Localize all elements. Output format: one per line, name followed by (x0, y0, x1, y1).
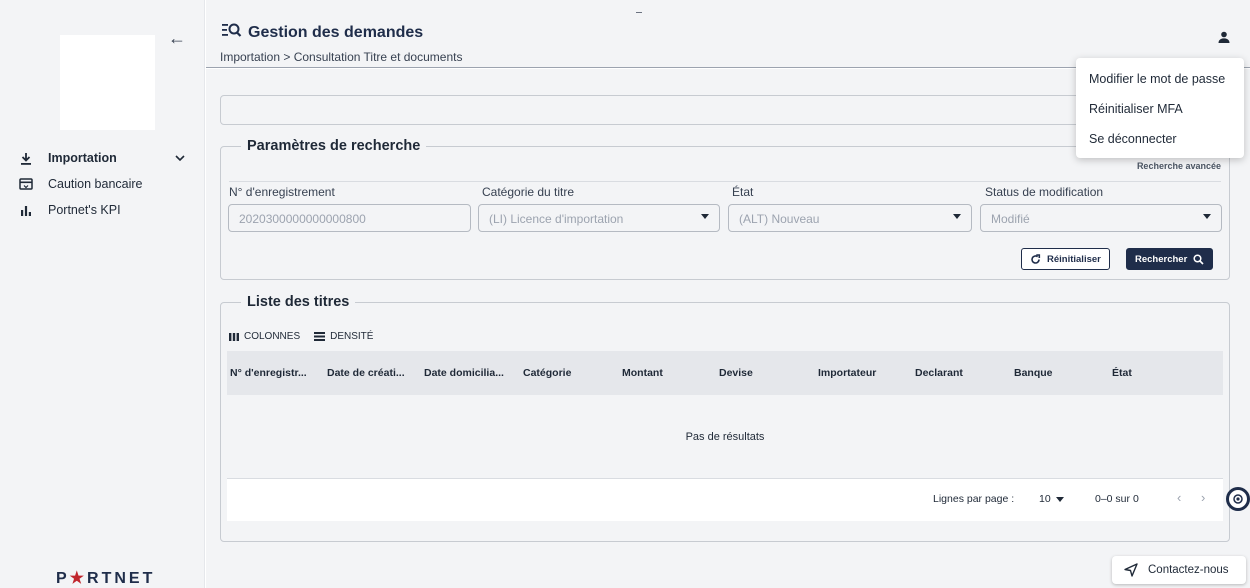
contact-button[interactable]: Contactez-nous (1112, 556, 1246, 584)
refresh-icon (1031, 253, 1041, 264)
field-label-modification-status: Status de modification (985, 185, 1104, 199)
previous-page-icon[interactable]: ‹ (1177, 490, 1181, 505)
column-header-amount[interactable]: Montant (622, 367, 663, 379)
sidebar-item-caution-bancaire[interactable]: Caution bancaire (0, 171, 205, 197)
category-select[interactable]: (LI) Licence d'importation (478, 204, 720, 232)
menu-item-reset-mfa[interactable]: Réinitialiser MFA (1076, 94, 1244, 124)
card-icon (18, 178, 34, 190)
column-header-importer[interactable]: Importateur (818, 367, 876, 379)
search-panel-title: Paramètres de recherche (241, 138, 427, 154)
sidebar-item-label: Caution bancaire (48, 177, 143, 191)
send-icon (1124, 563, 1138, 577)
search-list-icon (222, 22, 242, 43)
chevron-down-icon[interactable] (175, 151, 185, 165)
rows-per-page-select[interactable]: 10 (1039, 493, 1064, 505)
rows-per-page-value: 10 (1039, 493, 1051, 505)
breadcrumb: Importation > Consultation Titre et docu… (220, 50, 463, 64)
column-header-domiciliation[interactable]: Date domicilia... (424, 367, 504, 379)
results-panel-title: Liste des titres (241, 294, 356, 310)
next-page-icon[interactable]: › (1201, 490, 1205, 505)
category-select-value: (LI) Licence d'importation (489, 212, 624, 226)
column-header-declarant[interactable]: Declarant (915, 367, 963, 379)
table-body: Pas de résultats (227, 395, 1223, 479)
sidebar-nav: Importation Caution bancaire Portnet's K… (0, 145, 205, 223)
modification-status-value: Modifié (991, 212, 1030, 226)
column-header-currency[interactable]: Devise (719, 367, 753, 379)
table-header: N° d'enregistr... Date de créati... Date… (227, 351, 1223, 395)
search-icon (1193, 253, 1204, 265)
rows-per-page-label: Lignes par page : (933, 493, 1015, 505)
reset-button-label: Réinitialiser (1047, 253, 1101, 265)
page-count: 0–0 sur 0 (1095, 493, 1139, 505)
caret-down-icon (1055, 496, 1064, 502)
results-panel: Liste des titres COLONNES DENSITÉ N° d'e… (220, 294, 1230, 542)
field-label-registration: N° d'enregistrement (229, 185, 335, 199)
bar-chart-icon (18, 204, 34, 216)
divider (636, 12, 642, 13)
search-button-label: Rechercher (1135, 253, 1188, 265)
caret-down-icon (953, 214, 961, 219)
field-label-state: État (732, 185, 754, 199)
column-header-registration[interactable]: N° d'enregistr... (230, 367, 307, 379)
columns-button-label: COLONNES (244, 331, 301, 342)
field-label-category: Catégorie du titre (482, 185, 575, 199)
column-header-category[interactable]: Catégorie (523, 367, 571, 379)
columns-icon (229, 332, 239, 341)
column-header-bank[interactable]: Banque (1014, 367, 1053, 379)
reset-button[interactable]: Réinitialiser (1021, 248, 1110, 270)
search-button[interactable]: Rechercher (1126, 248, 1214, 270)
column-header-created[interactable]: Date de créati... (327, 367, 405, 379)
download-icon (18, 152, 34, 165)
advanced-search-link[interactable]: Recherche avancée (1137, 161, 1221, 171)
page-title: Gestion des demandes (248, 23, 424, 41)
eye-icon[interactable] (1226, 487, 1250, 511)
grid-toolbar: COLONNES DENSITÉ (229, 331, 373, 342)
sidebar-item-portnet-kpi[interactable]: Portnet's KPI (0, 197, 205, 223)
density-button-label: DENSITÉ (330, 331, 374, 342)
registration-number-input[interactable]: 2020300000000000800 (228, 204, 471, 232)
density-button[interactable]: DENSITÉ (314, 331, 373, 342)
search-panel: Paramètres de recherche Recherche avancé… (220, 138, 1230, 280)
state-select[interactable]: (ALT) Nouveau (728, 204, 972, 232)
page-title-row: Gestion des demandes (222, 22, 423, 43)
menu-item-logout[interactable]: Se déconnecter (1076, 124, 1244, 154)
column-header-state[interactable]: État (1112, 367, 1132, 379)
divider (229, 181, 1221, 182)
portnet-logo: P★RTNET (56, 570, 156, 587)
empty-message: Pas de résultats (685, 431, 765, 443)
state-select-value: (ALT) Nouveau (739, 212, 820, 226)
collapse-sidebar-icon[interactable]: ← (168, 28, 186, 49)
density-icon (314, 332, 326, 341)
menu-item-change-password[interactable]: Modifier le mot de passe (1076, 64, 1244, 94)
columns-button[interactable]: COLONNES (229, 331, 300, 342)
user-menu: Modifier le mot de passe Réinitialiser M… (1076, 58, 1244, 158)
caret-down-icon (701, 214, 709, 219)
sidebar-item-importation[interactable]: Importation (0, 145, 205, 171)
pagination: Lignes par page : 10 0–0 sur 0 ‹ › (227, 479, 1223, 521)
caret-down-icon (1203, 214, 1211, 219)
sidebar-item-label: Importation (48, 151, 117, 165)
sidebar-item-label: Portnet's KPI (48, 203, 121, 217)
user-icon[interactable] (1218, 30, 1230, 48)
logo-placeholder (60, 35, 155, 130)
contact-button-label: Contactez-nous (1148, 564, 1229, 576)
modification-status-select[interactable]: Modifié (980, 204, 1222, 232)
sidebar: ← Importation Caution bancaire Portnet's… (0, 0, 205, 588)
